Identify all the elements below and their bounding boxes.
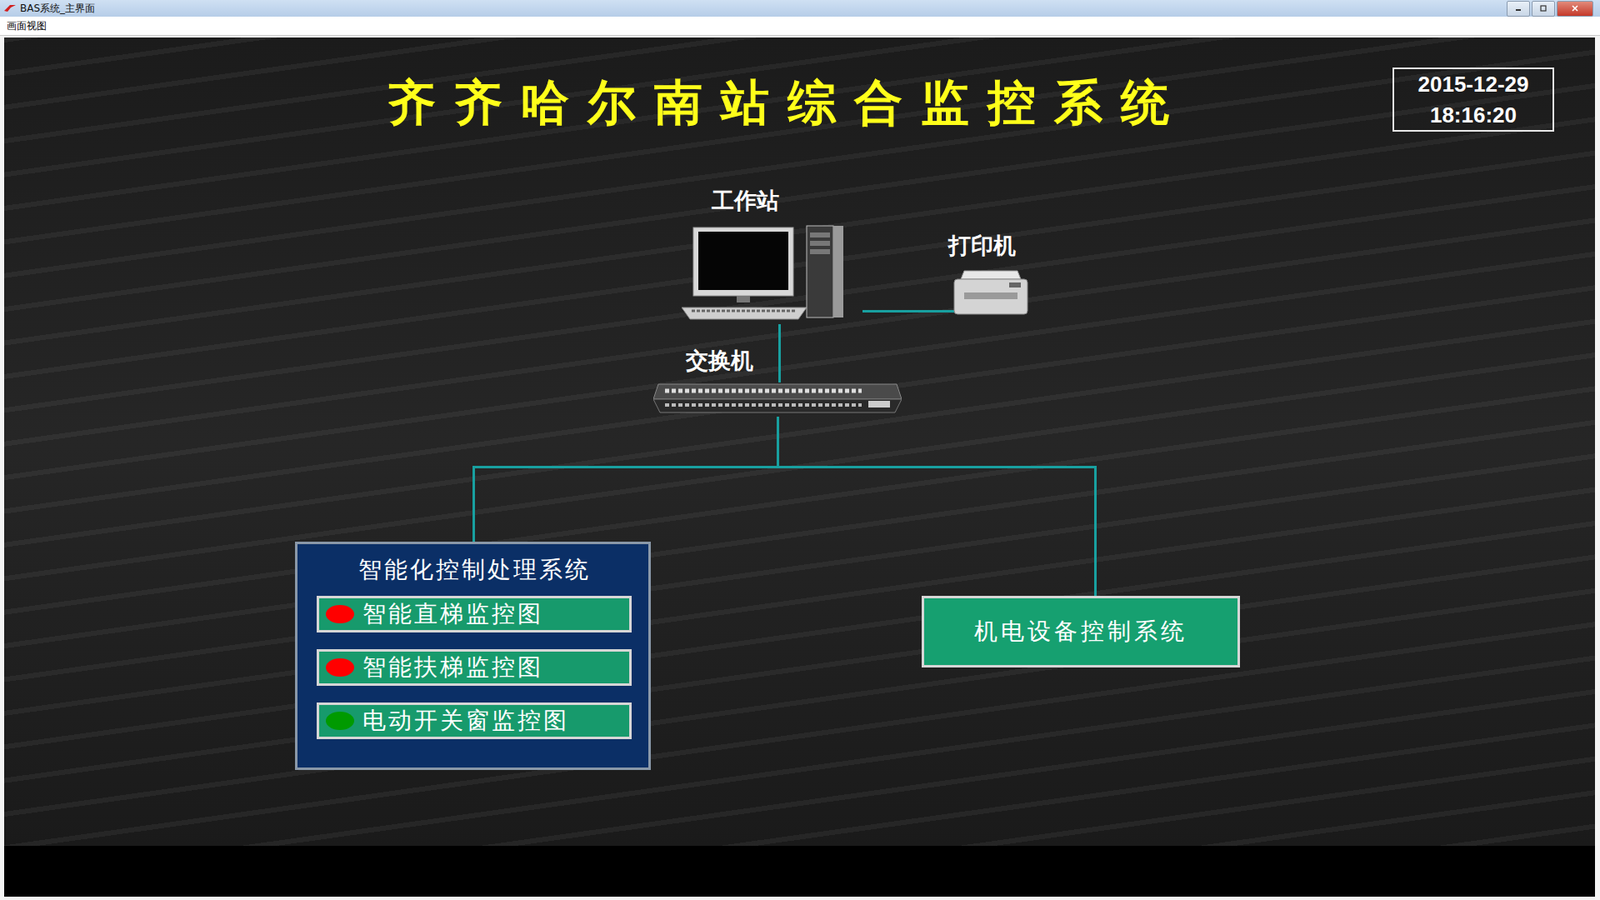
maximize-icon xyxy=(1539,4,1548,13)
window-title: BAS系统_主界面 xyxy=(20,1,95,16)
panel-title: 智能化控制处理系统 xyxy=(316,544,632,596)
monitor-button[interactable]: 电动开关窗监控图 xyxy=(316,702,632,740)
status-dot xyxy=(325,605,355,624)
link-line xyxy=(778,324,781,383)
monitor-button[interactable]: 智能直梯监控图 xyxy=(316,595,632,633)
title-bar: BAS系统_主界面 xyxy=(0,0,1600,17)
menu-bar: 画面视图 xyxy=(0,16,1600,36)
printer-icon[interactable] xyxy=(949,267,1033,320)
link-line xyxy=(862,310,955,313)
time-text: 18:16:20 xyxy=(1430,102,1517,129)
menu-item[interactable]: 画面视图 xyxy=(5,19,49,34)
system-title: 齐齐哈尔南站综合监控系统 xyxy=(4,70,1570,136)
mep-system-button[interactable]: 机电设备控制系统 xyxy=(921,595,1240,668)
link-line xyxy=(472,465,1097,469)
close-icon xyxy=(1570,4,1580,13)
workstation-icon[interactable] xyxy=(681,224,865,325)
monitor-label: 电动开关窗监控图 xyxy=(362,705,570,737)
monitor-canvas: 齐齐哈尔南站综合监控系统2015-12-29 18:16:20 工作站打印机交换机智… xyxy=(4,37,1595,846)
intelligent-control-panel: 智能化控制处理系统智能直梯监控图智能扶梯监控图电动开关窗监控图 xyxy=(295,541,651,770)
bas-window: BAS系统_主界面画面视图齐齐哈尔南站综合监控系统2015-12-29 18:16… xyxy=(0,0,1600,900)
maximize-button[interactable] xyxy=(1531,0,1555,17)
date-text: 2015-12-29 xyxy=(1418,71,1530,98)
window-body: 齐齐哈尔南站综合监控系统2015-12-29 18:16:20 工作站打印机交换机智… xyxy=(0,35,1600,900)
status-dot xyxy=(325,658,355,677)
monitor-label: 智能直梯监控图 xyxy=(362,598,544,630)
minimize-icon xyxy=(1514,4,1523,13)
printer-label: 打印机 xyxy=(927,230,1036,261)
link-line xyxy=(472,465,475,543)
close-button[interactable] xyxy=(1556,0,1594,17)
link-line xyxy=(776,416,780,468)
link-line xyxy=(1094,465,1097,597)
minimize-button[interactable] xyxy=(1506,0,1530,17)
window-controls xyxy=(1506,0,1600,17)
switch-icon[interactable] xyxy=(653,380,902,417)
switch-label: 交换机 xyxy=(665,345,774,376)
bottom-strip xyxy=(4,845,1595,897)
workstation-label: 工作站 xyxy=(690,185,800,216)
status-dot xyxy=(325,711,355,730)
app-logo-icon xyxy=(3,3,17,14)
monitor-button[interactable]: 智能扶梯监控图 xyxy=(316,649,632,686)
monitor-label: 智能扶梯监控图 xyxy=(362,651,544,684)
datetime-box: 2015-12-29 18:16:20 xyxy=(1392,67,1555,132)
